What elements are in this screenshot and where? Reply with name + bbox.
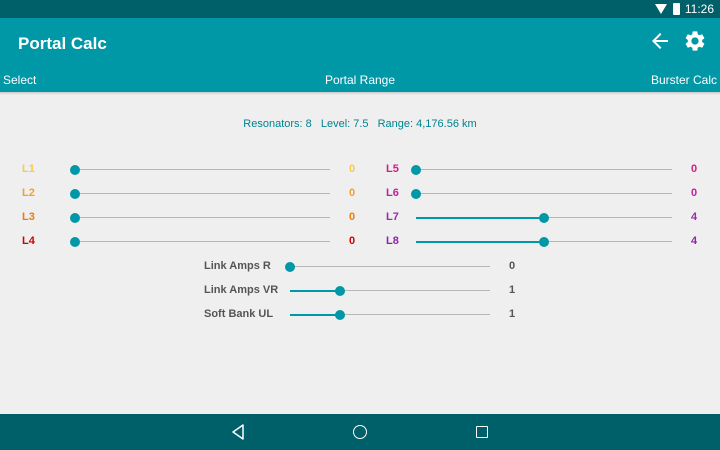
resonator-row: L3 0 (22, 208, 369, 228)
resonator-row: L4 0 (22, 232, 369, 252)
tab-strip: Select Portal Range Burster Calc (0, 68, 720, 92)
mod-slider-thumb[interactable] (335, 309, 345, 320)
gear-icon[interactable] (683, 29, 707, 53)
mod-row: Link Amps VR 1 (204, 281, 529, 301)
resonator-label: L1 (22, 163, 35, 175)
resonator-slider-thumb[interactable] (70, 212, 80, 223)
resonator-value: 0 (349, 211, 356, 223)
portal-summary: Resonators: 8 Level: 7.5 Range: 4,176.56… (0, 118, 720, 130)
mod-label: Link Amps VR (204, 284, 279, 296)
tab-portal-range[interactable]: Portal Range (0, 73, 720, 87)
mod-slider[interactable] (290, 309, 490, 320)
resonator-slider-thumb[interactable] (70, 164, 80, 175)
navigation-bar (0, 414, 720, 450)
resonator-value: 0 (349, 235, 356, 247)
mod-row: Soft Bank UL 1 (204, 305, 529, 325)
resonator-label: L6 (386, 187, 399, 199)
resonator-slider-thumb[interactable] (411, 164, 421, 175)
status-time: 11:26 (684, 2, 714, 16)
resonator-row: L2 0 (22, 184, 369, 204)
back-arrow-icon[interactable] (648, 29, 672, 53)
resonator-slider[interactable] (411, 164, 672, 175)
resonator-slider-thumb[interactable] (539, 236, 549, 247)
resonator-slider[interactable] (70, 212, 330, 223)
status-bar: 11:26 (0, 0, 720, 18)
resonator-slider[interactable] (411, 188, 672, 199)
resonator-value: 0 (349, 163, 356, 175)
tab-burster-calc[interactable]: Burster Calc (651, 73, 717, 87)
resonator-row: L8 4 (386, 232, 711, 252)
resonator-label: L8 (386, 235, 399, 247)
resonator-slider[interactable] (416, 212, 672, 223)
app-title: Portal Calc (18, 34, 107, 53)
resonator-slider[interactable] (70, 236, 330, 247)
resonator-slider-thumb[interactable] (70, 236, 80, 247)
resonator-label: L3 (22, 211, 35, 223)
resonator-label: L2 (22, 187, 35, 199)
resonator-value: 0 (691, 163, 698, 175)
resonator-slider[interactable] (416, 236, 672, 247)
mod-value: 1 (509, 284, 516, 296)
resonator-row: L7 4 (386, 208, 711, 228)
mod-slider-thumb[interactable] (335, 285, 345, 296)
wifi-icon (655, 4, 667, 14)
tab-shadow (0, 92, 720, 95)
resonator-label: L4 (22, 235, 35, 247)
mod-slider-fill (290, 289, 340, 292)
mod-value: 1 (509, 308, 516, 320)
resonator-slider[interactable] (70, 164, 330, 175)
resonator-slider-fill (416, 216, 544, 219)
nav-back-icon[interactable] (231, 424, 245, 440)
mod-slider[interactable] (285, 261, 490, 272)
resonator-slider[interactable] (70, 188, 330, 199)
mod-slider[interactable] (290, 285, 490, 296)
resonator-value: 0 (349, 187, 356, 199)
resonator-row: L5 0 (386, 160, 711, 180)
resonator-label: L5 (386, 163, 399, 175)
resonator-value: 0 (691, 187, 698, 199)
portal-level: Level: 7.5 (320, 118, 369, 130)
mod-slider-thumb[interactable] (285, 261, 295, 272)
resonator-slider-thumb[interactable] (539, 212, 549, 223)
mod-label: Link Amps R (204, 260, 271, 272)
mod-label: Soft Bank UL (204, 308, 274, 320)
resonator-slider-thumb[interactable] (411, 188, 421, 199)
mod-slider-fill (290, 313, 340, 316)
nav-recents-icon[interactable] (476, 426, 488, 438)
resonator-row: L1 0 (22, 160, 369, 180)
resonator-row: L6 0 (386, 184, 711, 204)
resonator-slider-thumb[interactable] (70, 188, 80, 199)
battery-icon (673, 3, 680, 15)
mod-value: 0 (509, 260, 516, 272)
resonator-value: 4 (691, 235, 698, 247)
resonator-slider-fill (416, 240, 544, 243)
resonator-value: 4 (691, 211, 698, 223)
mod-row: Link Amps R 0 (204, 257, 529, 277)
nav-home-icon[interactable] (353, 425, 367, 439)
resonator-label: L7 (386, 211, 399, 223)
app-bar: Portal Calc (0, 18, 720, 68)
portal-range: Range: 4,176.56 km (377, 118, 477, 130)
resonators-count: Resonators: 8 (243, 118, 312, 130)
